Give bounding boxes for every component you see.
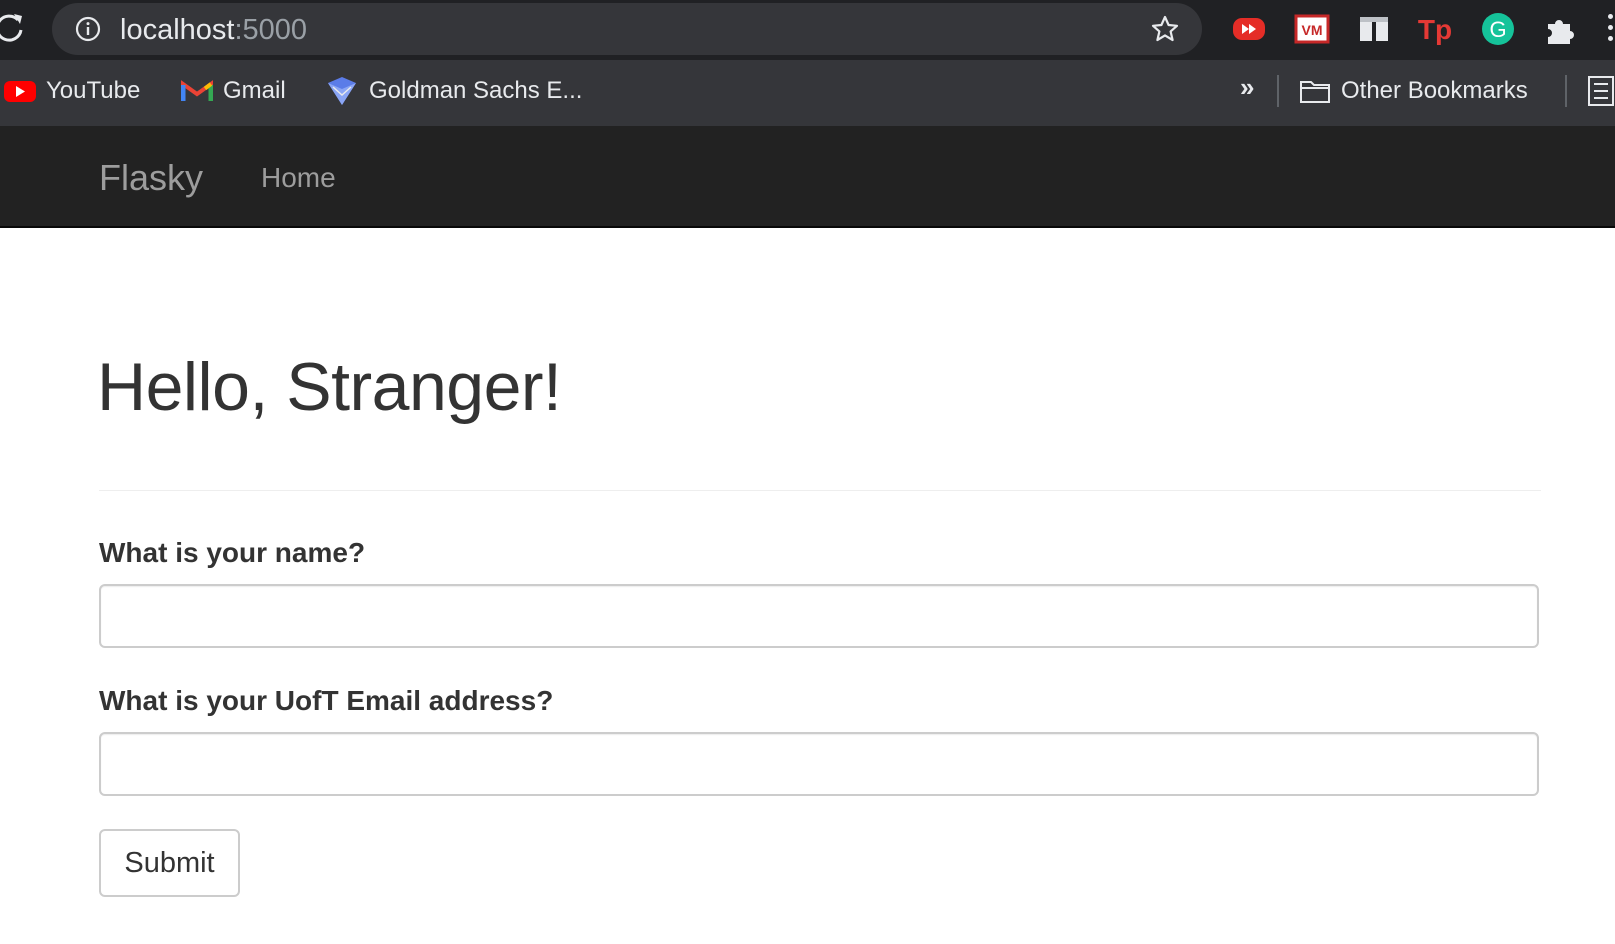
menu-dots-icon[interactable] [1608, 14, 1614, 44]
email-input[interactable] [99, 732, 1539, 796]
bookmarks-overflow-button[interactable]: » [1240, 72, 1254, 103]
navbar: Flasky Home [0, 126, 1615, 228]
submit-button[interactable]: Submit [99, 829, 240, 897]
browser-toolbar: localhost:5000 VM Tp G [0, 0, 1615, 60]
info-icon[interactable] [74, 15, 102, 43]
name-label: What is your name? [99, 537, 366, 568]
url-text[interactable]: localhost:5000 [120, 14, 307, 47]
svg-text:G: G [1489, 17, 1506, 42]
bookmark-star-icon[interactable] [1150, 14, 1180, 44]
url-host: localhost [120, 14, 235, 46]
reader-ext-icon[interactable] [1356, 12, 1392, 46]
nav-link-home[interactable]: Home [261, 162, 336, 194]
other-bookmarks-folder[interactable]: Other Bookmarks [1299, 74, 1528, 108]
email-label: What is your UofT Email address? [99, 685, 554, 716]
tp-ext-icon[interactable]: Tp [1418, 12, 1454, 46]
youtube-ext-icon[interactable] [1231, 12, 1267, 46]
bookmarks-bar: YouTube Gmail Goldman Sachs E... » Other… [0, 60, 1615, 126]
puzzle-extensions-icon[interactable] [1542, 12, 1578, 46]
bookmarks-divider [1277, 75, 1279, 107]
name-input[interactable] [99, 584, 1539, 648]
url-port: :5000 [234, 14, 308, 46]
header-divider [99, 490, 1541, 491]
bookmark-gmail[interactable]: Gmail [181, 74, 286, 108]
bookmark-goldman-sachs[interactable]: Goldman Sachs E... [325, 74, 582, 108]
gmail-icon [181, 80, 213, 101]
reading-list-icon[interactable] [1588, 76, 1615, 106]
bookmark-youtube[interactable]: YouTube [4, 74, 140, 108]
goldman-sachs-icon [328, 77, 356, 105]
folder-icon [1300, 81, 1330, 103]
page-title: Hello, Stranger! [97, 349, 562, 425]
reload-icon[interactable] [0, 10, 26, 44]
bookmark-label: Gmail [223, 77, 286, 104]
svg-text:Tp: Tp [1418, 14, 1452, 45]
address-bar[interactable]: localhost:5000 [52, 3, 1202, 55]
bookmarks-divider [1565, 75, 1567, 107]
youtube-icon [4, 81, 36, 102]
bookmark-label: YouTube [46, 77, 141, 104]
bookmark-label: Goldman Sachs E... [369, 77, 583, 104]
svg-text:VM: VM [1302, 22, 1323, 38]
other-bookmarks-label: Other Bookmarks [1341, 77, 1528, 104]
navbar-brand[interactable]: Flasky [99, 157, 203, 199]
grammarly-ext-icon[interactable]: G [1480, 12, 1516, 46]
vm-ext-icon[interactable]: VM [1294, 12, 1330, 46]
